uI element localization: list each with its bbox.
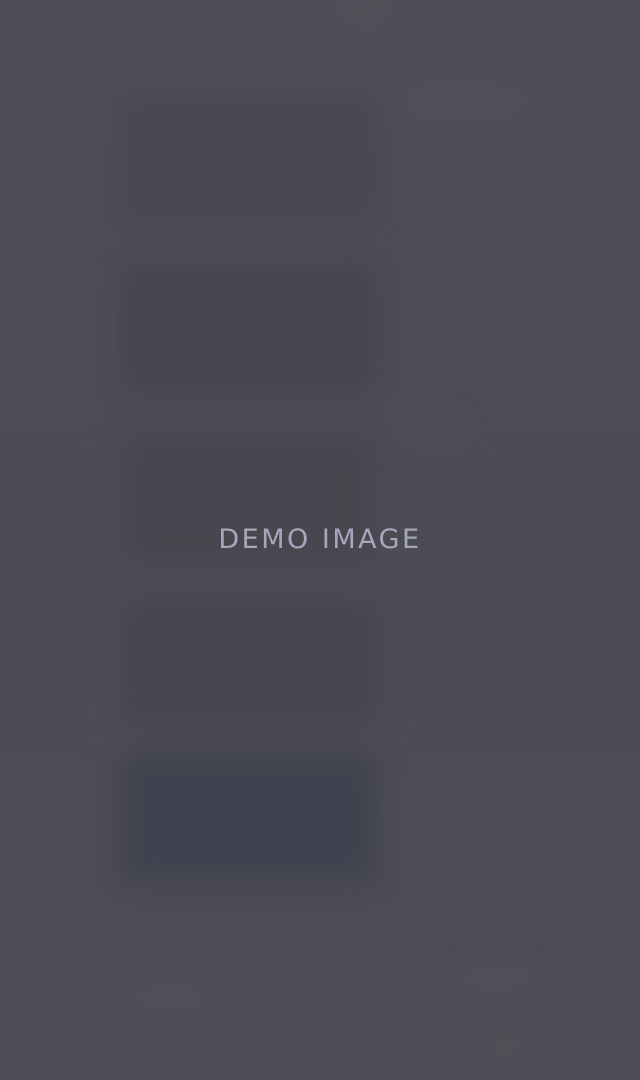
placeholder-card	[120, 262, 378, 394]
placeholder-card	[120, 98, 378, 224]
placeholder-text-line	[405, 95, 525, 109]
placeholder-text-line	[450, 970, 540, 984]
placeholder-card	[120, 752, 378, 884]
demo-screen: DEMO IMAGE	[0, 0, 640, 1080]
placeholder-text-line	[125, 990, 215, 1004]
placeholder-text-line	[350, 0, 380, 14]
placeholder-text-line	[470, 1040, 540, 1054]
placeholder-text-line	[405, 418, 465, 432]
demo-image-label: DEMO IMAGE	[218, 524, 422, 555]
placeholder-card	[120, 600, 378, 726]
